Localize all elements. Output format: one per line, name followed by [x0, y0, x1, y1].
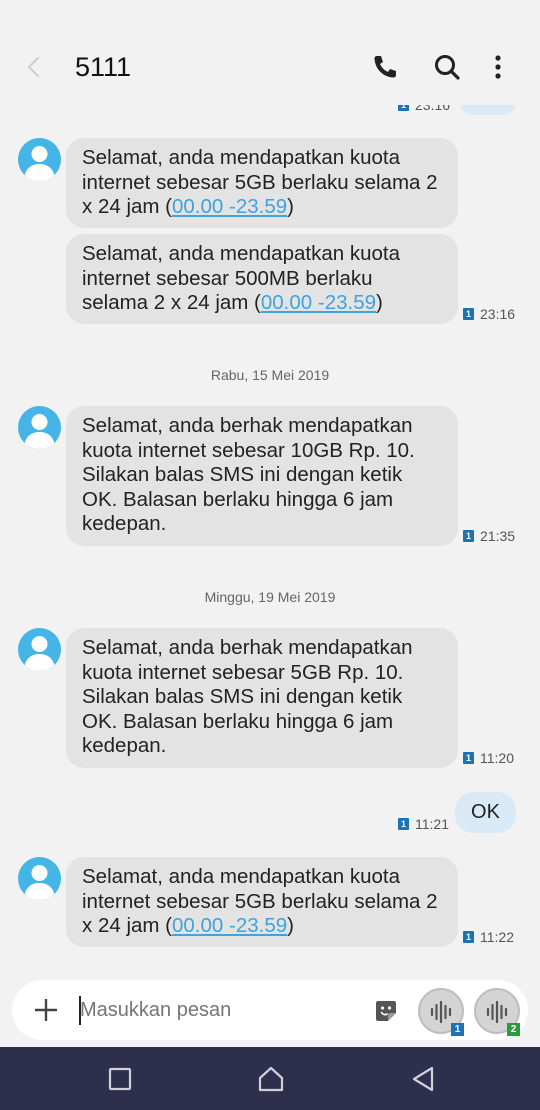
incoming-message-bubble[interactable]: Selamat, anda berhak mendapatkan kuota i…: [66, 628, 458, 768]
sticker-icon[interactable]: [372, 997, 400, 1025]
sim2-badge: 2: [507, 1023, 520, 1036]
back-icon[interactable]: [22, 54, 48, 80]
incoming-message-bubble[interactable]: Selamat, anda mendapatkan kuota internet…: [66, 234, 458, 324]
voice-wave-icon: [430, 1000, 452, 1024]
contact-avatar[interactable]: [18, 406, 61, 449]
person-icon: [24, 414, 55, 449]
conversation-header: 5111: [0, 30, 540, 105]
sim1-icon: 1: [463, 530, 474, 542]
incoming-message-bubble[interactable]: Selamat, anda mendapatkan kuota internet…: [66, 138, 458, 228]
outgoing-bubble-partial[interactable]: [460, 105, 516, 115]
sim1-badge: 1: [451, 1023, 464, 1036]
time-range-link[interactable]: 00.00 -23.59: [172, 914, 287, 937]
contact-avatar[interactable]: [18, 857, 61, 900]
sim1-icon: 1: [398, 818, 409, 830]
message-composer: 1 2: [0, 973, 540, 1047]
message-thread[interactable]: 1 23.16 Selamat, anda mendapatkan kuota i…: [0, 105, 540, 973]
time-range-link[interactable]: 00.00 -23.59: [172, 195, 287, 218]
plus-icon[interactable]: [32, 996, 60, 1024]
message-time: 11:22: [480, 929, 514, 945]
message-meta: 1 23:16: [463, 306, 515, 322]
phone-icon[interactable]: [370, 52, 400, 82]
person-icon: [24, 636, 55, 671]
message-input[interactable]: [80, 993, 360, 1027]
message-meta: 1 21:35: [463, 528, 515, 544]
incoming-message-bubble[interactable]: Selamat, anda berhak mendapatkan kuota i…: [66, 406, 458, 546]
message-meta: 1 11:22: [463, 929, 514, 945]
person-icon: [24, 865, 55, 900]
sim1-icon: 1: [463, 931, 474, 943]
message-time: 11:21: [415, 816, 449, 832]
message-input-box[interactable]: 1 2: [12, 980, 528, 1040]
date-separator: Rabu, 15 Mei 2019: [210, 367, 330, 383]
contact-avatar[interactable]: [18, 138, 61, 181]
search-icon[interactable]: [432, 52, 462, 82]
message-time: 11:20: [480, 750, 514, 766]
message-text: ): [287, 195, 294, 218]
message-time: 23:16: [480, 306, 516, 322]
sim1-icon: 1: [463, 308, 474, 320]
incoming-message-bubble[interactable]: Selamat, anda mendapatkan kuota internet…: [66, 857, 458, 947]
message-meta: 1 23.16: [398, 105, 450, 113]
date-separator: Minggu, 19 Mei 2019: [204, 589, 336, 605]
message-text: ): [287, 914, 294, 937]
more-options-icon[interactable]: [483, 52, 513, 82]
message-text: ): [376, 291, 383, 314]
message-meta: 1 11:21: [398, 816, 449, 832]
outgoing-message-bubble[interactable]: OK: [455, 792, 516, 833]
voice-send-sim2-button[interactable]: 2: [474, 988, 520, 1036]
contact-avatar[interactable]: [18, 628, 61, 671]
system-navigation-bar: [0, 1047, 540, 1110]
voice-send-sim1-button[interactable]: 1: [418, 988, 464, 1036]
conversation-title: 5111: [75, 52, 132, 82]
message-time: 21:35: [480, 528, 516, 544]
voice-wave-icon: [486, 1000, 508, 1024]
status-bar: [0, 0, 540, 30]
recent-apps-icon[interactable]: [105, 1064, 135, 1094]
home-icon[interactable]: [256, 1064, 286, 1094]
message-meta: 1 11:20: [463, 750, 514, 766]
sim1-icon: 1: [463, 752, 474, 764]
sim1-icon: 1: [398, 105, 409, 111]
time-range-link[interactable]: 00.00 -23.59: [261, 291, 376, 314]
back-nav-icon[interactable]: [408, 1064, 438, 1094]
person-icon: [24, 146, 55, 181]
